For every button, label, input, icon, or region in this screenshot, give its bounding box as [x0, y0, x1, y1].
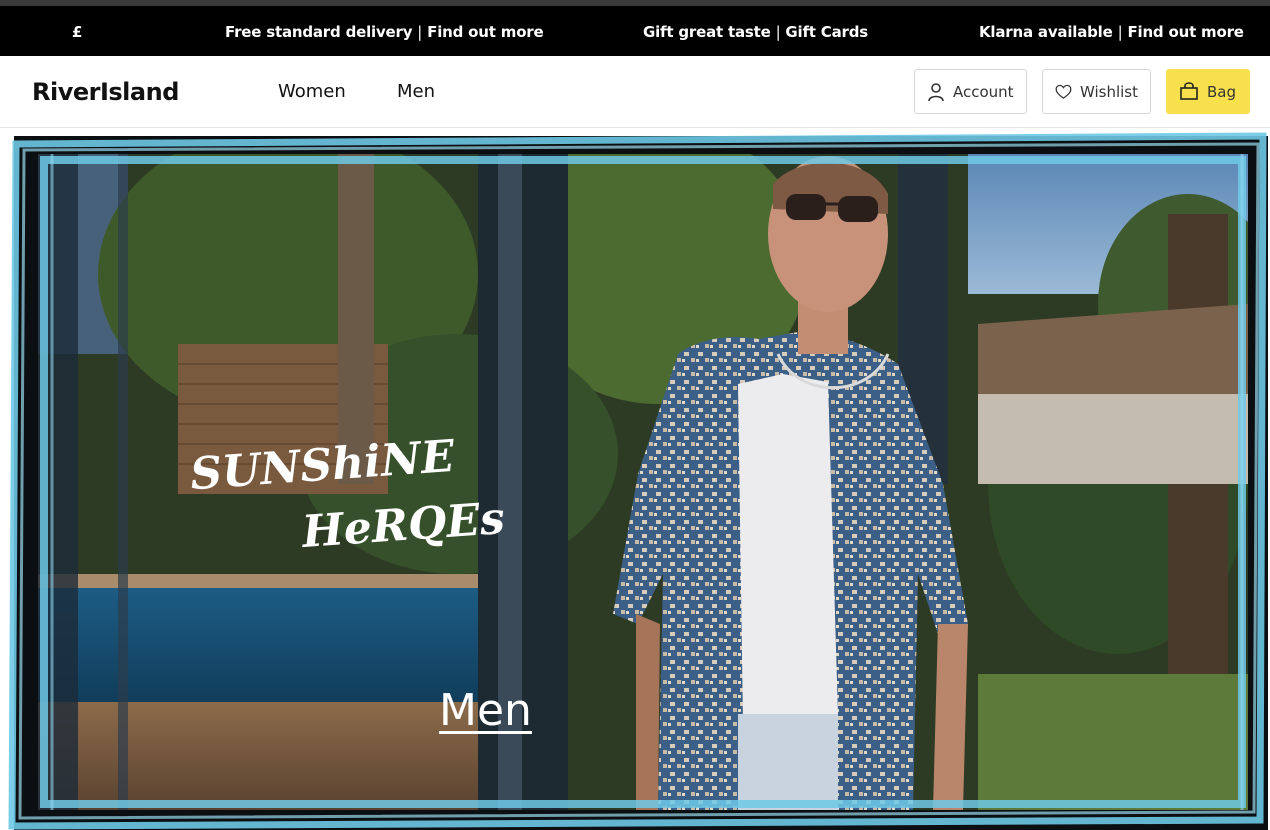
promo-klarna-text: Klarna available [979, 23, 1113, 41]
nav-men[interactable]: Men [397, 81, 435, 102]
wishlist-label: Wishlist [1079, 82, 1138, 101]
promo-gift-link[interactable]: Gift Cards [785, 23, 868, 41]
promo-separator: | [775, 23, 781, 41]
promo-klarna-link[interactable]: Find out more [1127, 23, 1244, 41]
account-label: Account [953, 82, 1014, 101]
site-logo[interactable]: RiverIsland [32, 78, 179, 106]
nav-women[interactable]: Women [278, 81, 346, 102]
promo-delivery: Free standard delivery | Find out more [225, 23, 544, 41]
wishlist-button[interactable]: Wishlist [1042, 69, 1151, 114]
hero-banner[interactable]: SUNShiNE HeRQEs Men [0, 128, 1270, 830]
promo-delivery-text: Free standard delivery [225, 23, 413, 41]
currency-selector[interactable]: £ [72, 23, 82, 41]
promo-bar: £ Free standard delivery | Find out more G… [0, 6, 1270, 56]
site-header: RiverIsland Women Men Account Wishlist B… [0, 56, 1270, 128]
user-icon [928, 82, 944, 101]
promo-delivery-link[interactable]: Find out more [427, 23, 544, 41]
promo-separator: | [1117, 23, 1123, 41]
promo-klarna: Klarna available | Find out more [979, 23, 1244, 41]
shopping-bag-icon [1180, 81, 1198, 100]
bag-button[interactable]: Bag [1166, 69, 1250, 114]
promo-separator: | [417, 23, 423, 41]
account-button[interactable]: Account [914, 69, 1027, 114]
promo-gift: Gift great taste | Gift Cards [643, 23, 868, 41]
hero-men-link[interactable]: Men [439, 685, 532, 736]
promo-gift-text: Gift great taste [643, 23, 771, 41]
heart-icon [1055, 84, 1072, 99]
bag-label: Bag [1207, 82, 1237, 101]
